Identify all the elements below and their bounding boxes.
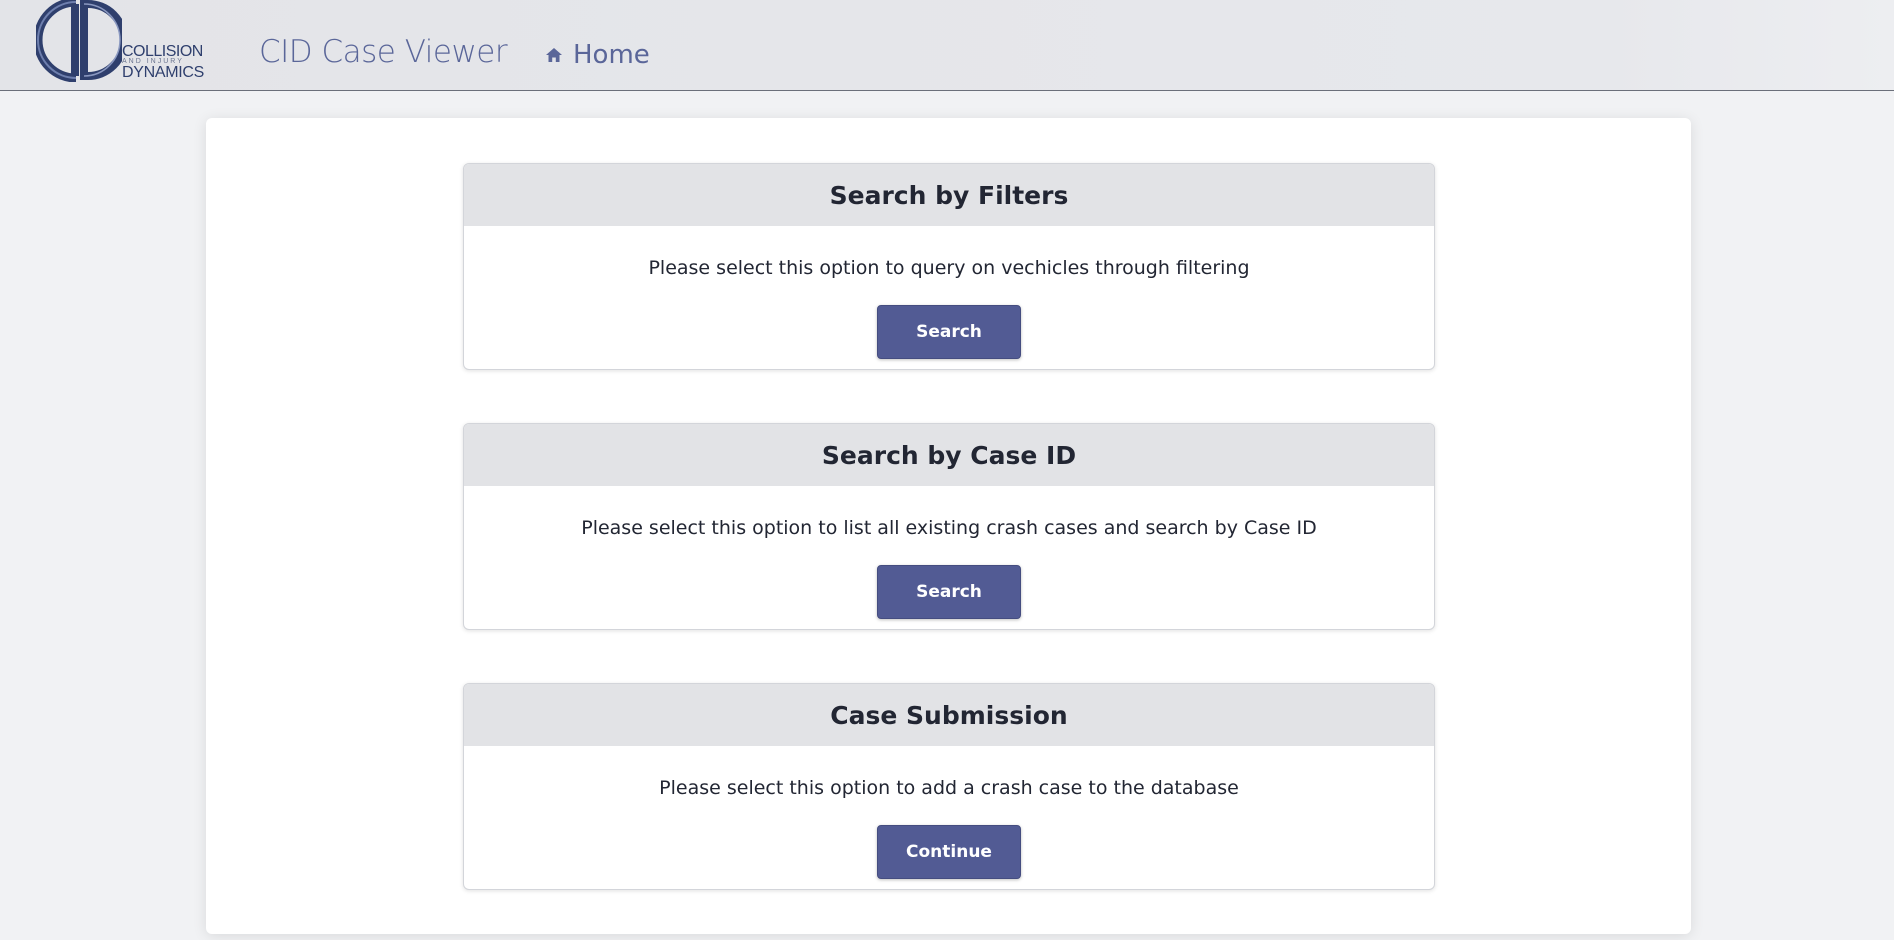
search-by-case-id-button[interactable]: Search	[877, 565, 1021, 619]
main-content-card: Search by Filters Please select this opt…	[206, 118, 1691, 934]
card-title: Case Submission	[464, 684, 1434, 746]
search-by-filters-button[interactable]: Search	[877, 305, 1021, 359]
search-by-filters-card: Search by Filters Please select this opt…	[463, 163, 1435, 370]
card-description: Please select this option to query on ve…	[648, 257, 1250, 279]
cid-logo[interactable]: COLLISION AND INJURY DYNAMICS	[36, 0, 206, 82]
case-submission-card: Case Submission Please select this optio…	[463, 683, 1435, 890]
card-title: Search by Filters	[464, 164, 1434, 226]
top-navbar: COLLISION AND INJURY DYNAMICS CID Case V…	[0, 0, 1894, 91]
home-icon	[546, 48, 562, 62]
home-nav-link[interactable]: Home	[545, 40, 650, 70]
logo-text-dynamics: DYNAMICS	[122, 64, 205, 81]
case-submission-continue-button[interactable]: Continue	[877, 825, 1021, 879]
search-by-case-id-card: Search by Case ID Please select this opt…	[463, 423, 1435, 630]
card-description: Please select this option to add a crash…	[659, 777, 1239, 799]
card-description: Please select this option to list all ex…	[581, 517, 1317, 539]
home-nav-label: Home	[573, 40, 650, 70]
app-title[interactable]: CID Case Viewer	[259, 34, 508, 70]
card-title: Search by Case ID	[464, 424, 1434, 486]
cid-logo-mark	[36, 0, 122, 82]
